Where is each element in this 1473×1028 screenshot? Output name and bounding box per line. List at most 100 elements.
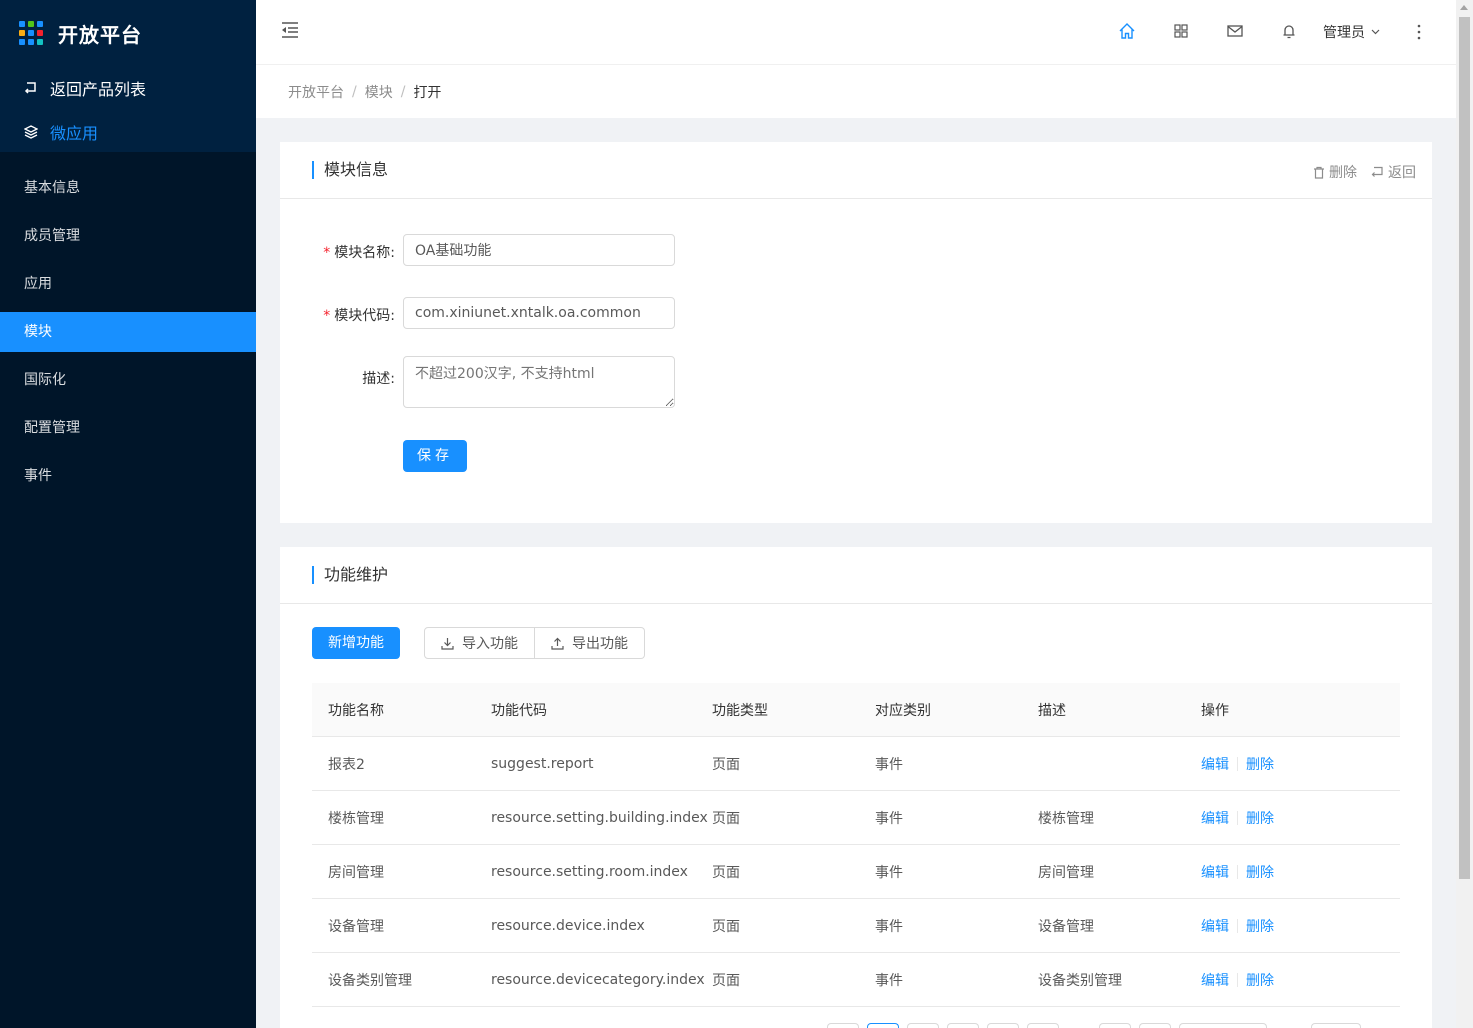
back-label: 返回 bbox=[1388, 165, 1416, 181]
table-header-row: 功能名称 功能代码 功能类型 对应类别 描述 操作 bbox=[312, 683, 1400, 737]
sidebar-item-i18n[interactable]: 国际化 bbox=[0, 360, 256, 400]
pagination-size-select[interactable] bbox=[1179, 1023, 1267, 1028]
edit-link[interactable]: 编辑 bbox=[1201, 754, 1229, 774]
cell-name: 楼栋管理 bbox=[328, 810, 384, 827]
delete-module-button[interactable]: 删除 bbox=[1313, 162, 1357, 182]
menu-fold-icon[interactable] bbox=[280, 20, 300, 40]
save-button[interactable]: 保存 bbox=[403, 440, 467, 472]
breadcrumb-separator: / bbox=[400, 83, 406, 100]
micro-app-link[interactable]: 微应用 bbox=[0, 110, 256, 154]
home-icon[interactable] bbox=[1118, 22, 1136, 40]
module-name-label: * 模块名称: bbox=[280, 234, 403, 262]
pagination-page[interactable] bbox=[947, 1023, 979, 1028]
edit-link[interactable]: 编辑 bbox=[1201, 808, 1229, 828]
cell-actions: 编辑 删除 bbox=[1185, 916, 1400, 936]
divider bbox=[1237, 972, 1238, 987]
back-button[interactable]: 返回 bbox=[1371, 162, 1416, 182]
cell-category: 事件 bbox=[875, 972, 903, 989]
column-header: 对应类别 bbox=[875, 702, 931, 719]
pagination-page[interactable] bbox=[1099, 1023, 1131, 1028]
module-code-label: * 模块代码: bbox=[280, 297, 403, 325]
back-to-product-list-label: 返回产品列表 bbox=[50, 80, 147, 99]
apps-icon[interactable] bbox=[1172, 22, 1190, 40]
cell-type: 页面 bbox=[712, 972, 740, 989]
sidebar-item-basic-info[interactable]: 基本信息 bbox=[0, 168, 256, 208]
cell-code: suggest.report bbox=[491, 755, 594, 772]
cell-type: 页面 bbox=[712, 918, 740, 935]
scrollbar-thumb[interactable] bbox=[1459, 17, 1470, 879]
brand-logo-dot bbox=[19, 21, 25, 27]
brand[interactable]: 开放平台 bbox=[0, 0, 256, 66]
mail-icon[interactable] bbox=[1226, 22, 1244, 40]
more-vertical-icon[interactable] bbox=[1417, 24, 1421, 40]
bell-icon[interactable] bbox=[1280, 22, 1298, 40]
pagination-page[interactable] bbox=[907, 1023, 939, 1028]
sidebar-item-apps[interactable]: 应用 bbox=[0, 264, 256, 304]
pagination-page[interactable] bbox=[987, 1023, 1019, 1028]
pagination-prev[interactable] bbox=[827, 1023, 859, 1028]
sidebar-item-members[interactable]: 成员管理 bbox=[0, 216, 256, 256]
cell-type: 页面 bbox=[712, 756, 740, 773]
upload-icon bbox=[551, 637, 564, 650]
user-menu[interactable]: 管理员 bbox=[1323, 22, 1380, 42]
scroll-up-arrow[interactable] bbox=[1460, 5, 1468, 10]
module-name-row: * 模块名称: bbox=[280, 234, 675, 266]
cell-actions: 编辑 删除 bbox=[1185, 754, 1400, 774]
brand-logo-dot bbox=[28, 21, 34, 27]
edit-link[interactable]: 编辑 bbox=[1201, 970, 1229, 990]
pagination-next[interactable] bbox=[1139, 1023, 1171, 1028]
sidebar-menu: 基本信息 成员管理 应用 模块 国际化 配置管理 事件 bbox=[0, 168, 256, 496]
description-textarea[interactable] bbox=[403, 356, 675, 408]
description-row: 描述: bbox=[280, 356, 675, 408]
pagination-gap bbox=[1067, 1023, 1091, 1028]
pagination-page-current[interactable] bbox=[867, 1023, 899, 1028]
delete-link[interactable]: 删除 bbox=[1246, 970, 1274, 990]
sidebar-item-modules[interactable]: 模块 bbox=[0, 312, 256, 352]
pagination-page[interactable] bbox=[1027, 1023, 1059, 1028]
sidebar: 开放平台 返回产品列表 微应用 基本信息 成员管理 应用 模块 国际化 配置管理… bbox=[0, 0, 256, 1028]
required-mark: * bbox=[323, 245, 331, 261]
add-function-button[interactable]: 新增功能 bbox=[312, 627, 400, 659]
table-row: 房间管理 resource.setting.room.index 页面 事件 房… bbox=[312, 845, 1400, 899]
vertical-scrollbar[interactable] bbox=[1456, 0, 1473, 1028]
module-name-label-text: 模块名称: bbox=[334, 245, 395, 261]
cell-category: 事件 bbox=[875, 918, 903, 935]
delete-link[interactable]: 删除 bbox=[1246, 754, 1274, 774]
brand-logo-dot bbox=[19, 30, 25, 36]
divider bbox=[1237, 810, 1238, 825]
sidebar-item-config[interactable]: 配置管理 bbox=[0, 408, 256, 448]
return-icon bbox=[1371, 166, 1383, 177]
download-icon bbox=[441, 637, 454, 650]
cell-description: 房间管理 bbox=[1038, 864, 1094, 881]
cell-actions: 编辑 删除 bbox=[1185, 808, 1400, 828]
pagination-jumper[interactable] bbox=[1311, 1023, 1361, 1028]
cell-name: 设备管理 bbox=[328, 918, 384, 935]
cell-category: 事件 bbox=[875, 756, 903, 773]
edit-link[interactable]: 编辑 bbox=[1201, 862, 1229, 882]
export-function-button[interactable]: 导出功能 bbox=[535, 627, 645, 659]
edit-link[interactable]: 编辑 bbox=[1201, 916, 1229, 936]
functions-header: 功能维护 bbox=[280, 547, 1432, 604]
pagination bbox=[827, 1023, 1369, 1028]
import-function-button[interactable]: 导入功能 bbox=[424, 627, 535, 659]
delete-link[interactable]: 删除 bbox=[1246, 916, 1274, 936]
import-function-label: 导入功能 bbox=[462, 636, 518, 652]
back-to-product-list-link[interactable]: 返回产品列表 bbox=[0, 66, 256, 110]
return-icon bbox=[24, 82, 36, 94]
cell-actions: 编辑 删除 bbox=[1185, 970, 1400, 990]
breadcrumb-item-modules[interactable]: 模块 bbox=[365, 82, 393, 102]
pagination-gap bbox=[1275, 1023, 1303, 1028]
module-code-label-text: 模块代码: bbox=[334, 308, 395, 324]
column-header: 描述 bbox=[1038, 702, 1066, 719]
export-function-label: 导出功能 bbox=[572, 636, 628, 652]
module-code-input[interactable] bbox=[403, 297, 675, 329]
breadcrumb-item-platform[interactable]: 开放平台 bbox=[288, 82, 344, 102]
delete-link[interactable]: 删除 bbox=[1246, 808, 1274, 828]
top-header: 管理员 bbox=[256, 0, 1456, 64]
sidebar-item-events[interactable]: 事件 bbox=[0, 456, 256, 496]
module-name-input[interactable] bbox=[403, 234, 675, 266]
module-info-header: 模块信息 删除 返回 bbox=[280, 142, 1432, 199]
functions-table: 功能名称 功能代码 功能类型 对应类别 描述 操作 报表2 suggest.re… bbox=[312, 683, 1400, 1007]
delete-link[interactable]: 删除 bbox=[1246, 862, 1274, 882]
cell-type: 页面 bbox=[712, 810, 740, 827]
